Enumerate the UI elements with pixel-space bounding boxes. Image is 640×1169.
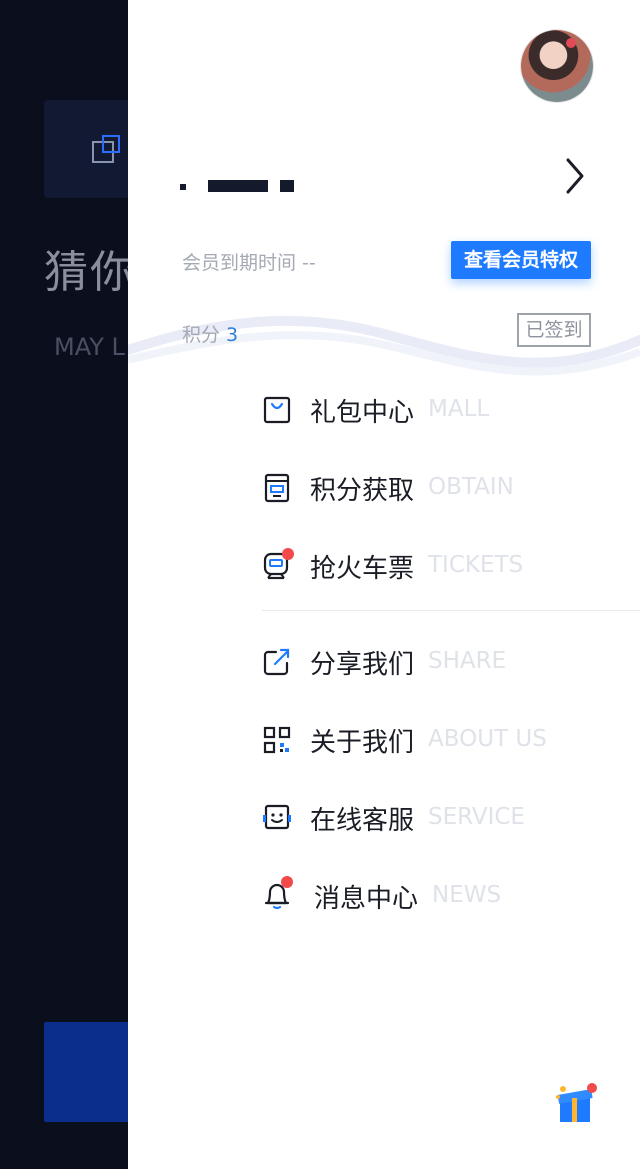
avatar-flower xyxy=(566,38,576,48)
member-expiry-text: 会员到期时间 -- xyxy=(182,252,316,274)
copy-icon xyxy=(92,135,120,163)
menu-label: 抢火车票 xyxy=(310,554,415,584)
menu-item-tickets[interactable]: 抢火车票 TICKETS xyxy=(262,540,640,590)
menu-label-en: TICKETS xyxy=(428,552,524,578)
menu-label-en: OBTAIN xyxy=(428,474,514,500)
menu-label: 积分获取 xyxy=(310,476,415,506)
menu-label: 在线客服 xyxy=(310,806,415,836)
view-member-privileges-button[interactable]: 查看会员特权 xyxy=(451,241,591,279)
background-subtitle: MAY L xyxy=(54,333,125,361)
points-label: 积分 xyxy=(182,324,221,346)
background-title: 猜你 xyxy=(44,247,136,298)
menu-item-share[interactable]: 分享我们 SHARE xyxy=(262,636,640,686)
gift-box-icon[interactable] xyxy=(554,1080,598,1126)
menu-label: 消息中心 xyxy=(314,884,419,914)
menu-item-obtain[interactable]: 积分获取 OBTAIN xyxy=(262,462,640,512)
username-redacted xyxy=(180,176,300,196)
menu-divider xyxy=(262,610,640,611)
share-icon xyxy=(263,648,290,676)
menu-item-news[interactable]: 消息中心 NEWS xyxy=(262,870,640,920)
menu-label-en: SERVICE xyxy=(428,804,525,830)
menu-label: 分享我们 xyxy=(310,650,415,680)
menu-label-en: SHARE xyxy=(428,648,507,674)
points-value: 3 xyxy=(226,324,239,346)
menu-label-en: MALL xyxy=(428,396,490,422)
menu-item-about[interactable]: 关于我们 ABOUT US xyxy=(262,714,640,764)
menu-label: 礼包中心 xyxy=(310,398,415,428)
headset-icon xyxy=(263,804,291,830)
notification-dot xyxy=(281,876,293,888)
menu-item-service[interactable]: 在线客服 SERVICE xyxy=(262,792,640,842)
menu-label-en: ABOUT US xyxy=(428,726,547,752)
qr-code-icon xyxy=(263,726,291,754)
gift-bag-icon xyxy=(263,396,291,424)
notification-dot xyxy=(282,548,294,560)
signed-in-badge[interactable]: 已签到 xyxy=(517,313,591,347)
user-avatar[interactable] xyxy=(521,30,593,102)
menu-label: 关于我们 xyxy=(310,728,415,758)
side-drawer: 会员到期时间 -- 查看会员特权 积分 3 已签到 礼包中心 MALL 积分获取 … xyxy=(128,0,640,1169)
receipt-icon xyxy=(264,473,290,503)
points-row: 积分 3 xyxy=(182,320,238,347)
menu-label-en: NEWS xyxy=(432,882,502,908)
menu-item-mall[interactable]: 礼包中心 MALL xyxy=(262,384,640,434)
chevron-right-icon[interactable] xyxy=(560,156,588,196)
